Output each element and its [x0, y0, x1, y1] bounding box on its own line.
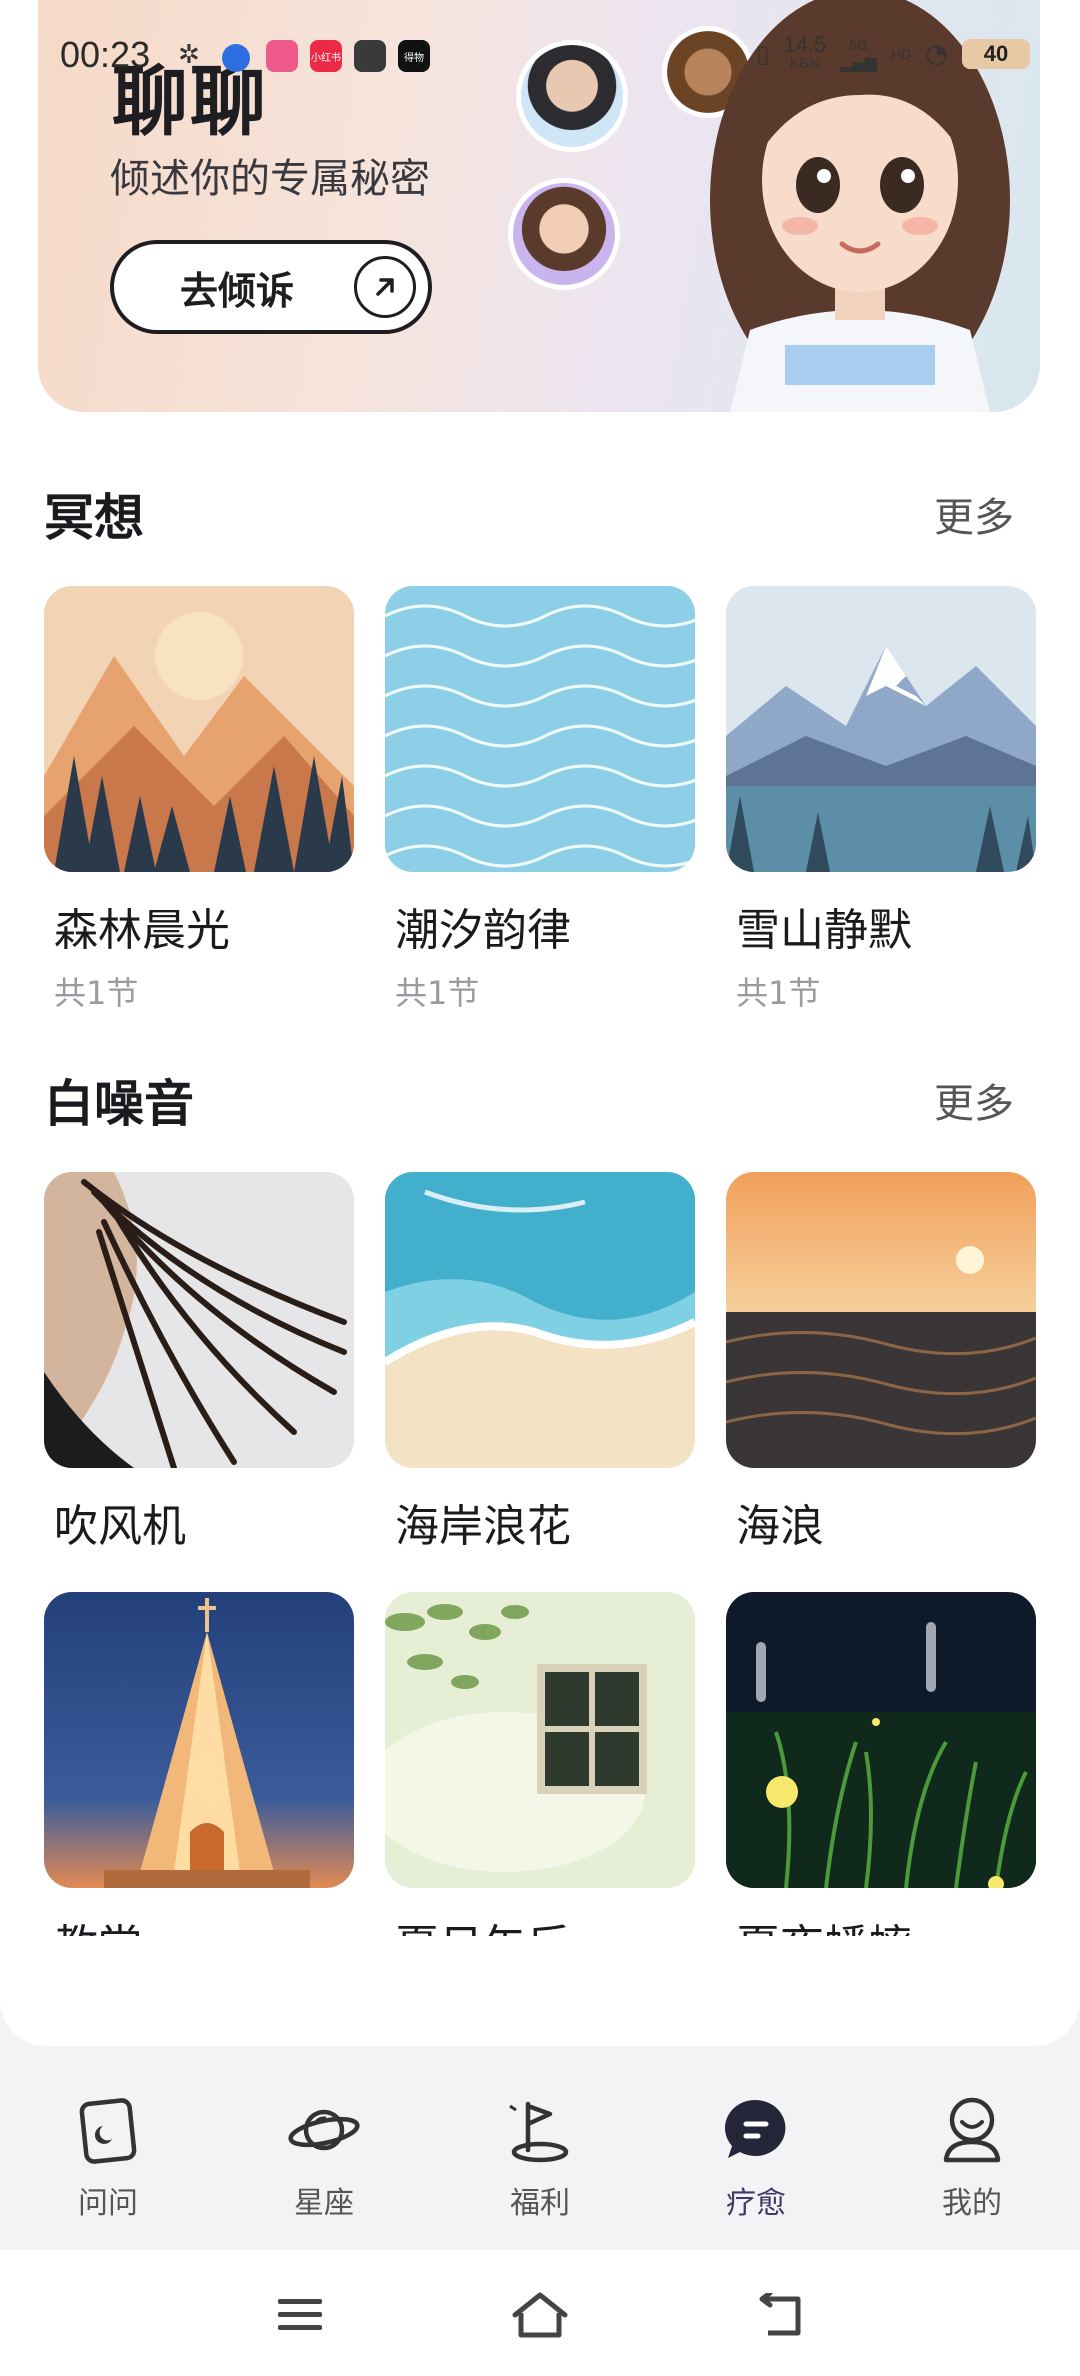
tab-ask[interactable]: 问问 — [0, 2070, 216, 2250]
card-image — [385, 1172, 695, 1468]
signal-icon: ▂▄▆ — [840, 52, 878, 72]
app-notification-icon: 得物 — [398, 40, 430, 72]
noise-card-coast[interactable]: 海岸浪花 — [385, 1172, 695, 1554]
app-notification-icon: 小红书 — [310, 40, 342, 72]
arrow-up-right-icon — [354, 256, 416, 318]
confide-button[interactable]: 去倾诉 — [110, 240, 432, 334]
white-noise-header: 白噪音 更多 — [44, 1064, 1036, 1136]
card-image — [385, 1592, 695, 1888]
confide-button-label: 去倾诉 — [180, 268, 295, 313]
chat-bubble-icon — [724, 2099, 786, 2158]
meditation-header: 冥想 更多 — [44, 478, 1036, 550]
app-notification-icon — [266, 40, 298, 72]
meditation-card-tide[interactable]: 潮汐韵律 共1节 — [385, 586, 695, 1014]
card-title: 雪山静默 — [736, 905, 912, 956]
tab-benefits[interactable]: 福利 — [432, 2070, 648, 2250]
status-time: 00:23 — [60, 34, 151, 75]
card-image — [44, 1172, 354, 1468]
wifi-icon: ◔ — [925, 39, 948, 69]
card-title: 吹风机 — [54, 1501, 186, 1552]
card-image — [726, 1172, 1036, 1468]
tab-label: 问问 — [78, 2186, 138, 2221]
section-title: 白噪音 — [44, 1075, 194, 1133]
content-bottom-cap — [0, 1936, 1080, 2046]
bug-icon: ✲ — [178, 40, 200, 70]
app-notification-icon — [222, 44, 250, 72]
tab-label: 福利 — [510, 2186, 570, 2221]
card-title: 森林晨光 — [54, 905, 230, 956]
noise-card-church[interactable]: 教堂 — [44, 1592, 354, 1974]
tab-label: 我的 — [942, 2186, 1002, 2221]
card-image — [726, 1592, 1036, 1888]
battery-level: 40 — [983, 41, 1009, 66]
card-image — [44, 1592, 354, 1888]
bottom-tab-bar: 问问 星座 福利 疗愈 我的 — [0, 2070, 1080, 2250]
white-noise-more-link[interactable]: 更多 — [934, 1071, 1014, 1129]
battery-indicator: 40 — [962, 39, 1030, 69]
home-icon[interactable] — [505, 2280, 575, 2350]
noise-card-hairdryer[interactable]: 吹风机 — [44, 1172, 354, 1554]
signal-label: 5G — [849, 36, 868, 53]
network-speed-value: 14.5 — [783, 32, 827, 57]
hero-subtitle: 倾述你的专属秘密 — [110, 156, 430, 202]
tab-horoscope[interactable]: 星座 — [216, 2070, 432, 2250]
user-icon — [943, 2097, 1001, 2163]
noise-card-ocean-waves[interactable]: 海浪 — [726, 1172, 1036, 1554]
meditation-card-snow-mountain[interactable]: 雪山静默 共1节 — [726, 586, 1036, 1014]
tab-label: 疗愈 — [726, 2186, 786, 2221]
noise-card-summer-crickets[interactable]: 夏夜蟋蟀 — [726, 1592, 1036, 1974]
section-title: 冥想 — [44, 489, 144, 547]
flag-icon — [509, 2101, 569, 2163]
hd-label: HD — [891, 46, 912, 62]
card-lesson-count: 共1节 — [395, 974, 480, 1012]
tab-profile[interactable]: 我的 — [864, 2070, 1080, 2250]
card-icon — [79, 2098, 137, 2164]
card-image — [44, 586, 354, 872]
card-lesson-count: 共1节 — [54, 974, 139, 1012]
status-right: ▯ 14.5 KB/s 5G ▂▄▆ HD ◔ 40 — [756, 32, 1030, 72]
planet-icon — [288, 2109, 360, 2151]
meditation-more-link[interactable]: 更多 — [934, 485, 1014, 543]
tab-label: 星座 — [294, 2186, 354, 2221]
signal-indicator: 5G ▂▄▆ — [840, 37, 877, 72]
noise-card-summer-afternoon[interactable]: 夏日午后 — [385, 1592, 695, 1974]
app-notification-icon — [354, 40, 386, 72]
system-navigation-bar — [0, 2250, 1080, 2376]
vibrate-icon: ▯ — [756, 40, 770, 68]
card-image — [385, 586, 695, 872]
menu-icon[interactable] — [265, 2280, 335, 2350]
meditation-card-forest[interactable]: 森林晨光 共1节 — [44, 586, 354, 1014]
avatar-girl — [508, 178, 620, 290]
card-title: 潮汐韵律 — [395, 905, 571, 956]
card-lesson-count: 共1节 — [736, 974, 821, 1012]
tab-healing[interactable]: 疗愈 — [648, 2070, 864, 2250]
card-image — [726, 586, 1036, 872]
network-speed: 14.5 KB/s — [783, 32, 827, 72]
card-title: 海浪 — [736, 1501, 824, 1552]
card-title: 海岸浪花 — [395, 1501, 571, 1552]
back-icon[interactable] — [745, 2280, 815, 2350]
status-bar: 00:23 ✲ 小红书 得物 ▯ 14.5 KB/s 5G ▂▄▆ HD ◔ 4… — [0, 0, 1080, 110]
